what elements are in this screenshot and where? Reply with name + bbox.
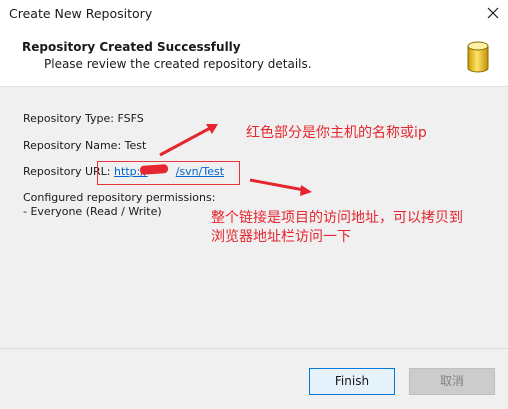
footer-divider xyxy=(0,348,508,349)
arrow-to-host-note xyxy=(159,124,218,157)
annotation-host-note: 红色部分是你主机的名称或ip xyxy=(246,125,427,141)
annotation-link-note-line2: 浏览器地址栏访问一下 xyxy=(211,229,351,245)
annotation-link-note-line1: 整个链接是项目的访问地址，可以拷贝到 xyxy=(211,210,463,226)
arrow-to-link-note xyxy=(249,178,312,196)
cancel-button[interactable]: 取消 xyxy=(409,368,495,395)
finish-button[interactable]: Finish xyxy=(309,368,395,395)
